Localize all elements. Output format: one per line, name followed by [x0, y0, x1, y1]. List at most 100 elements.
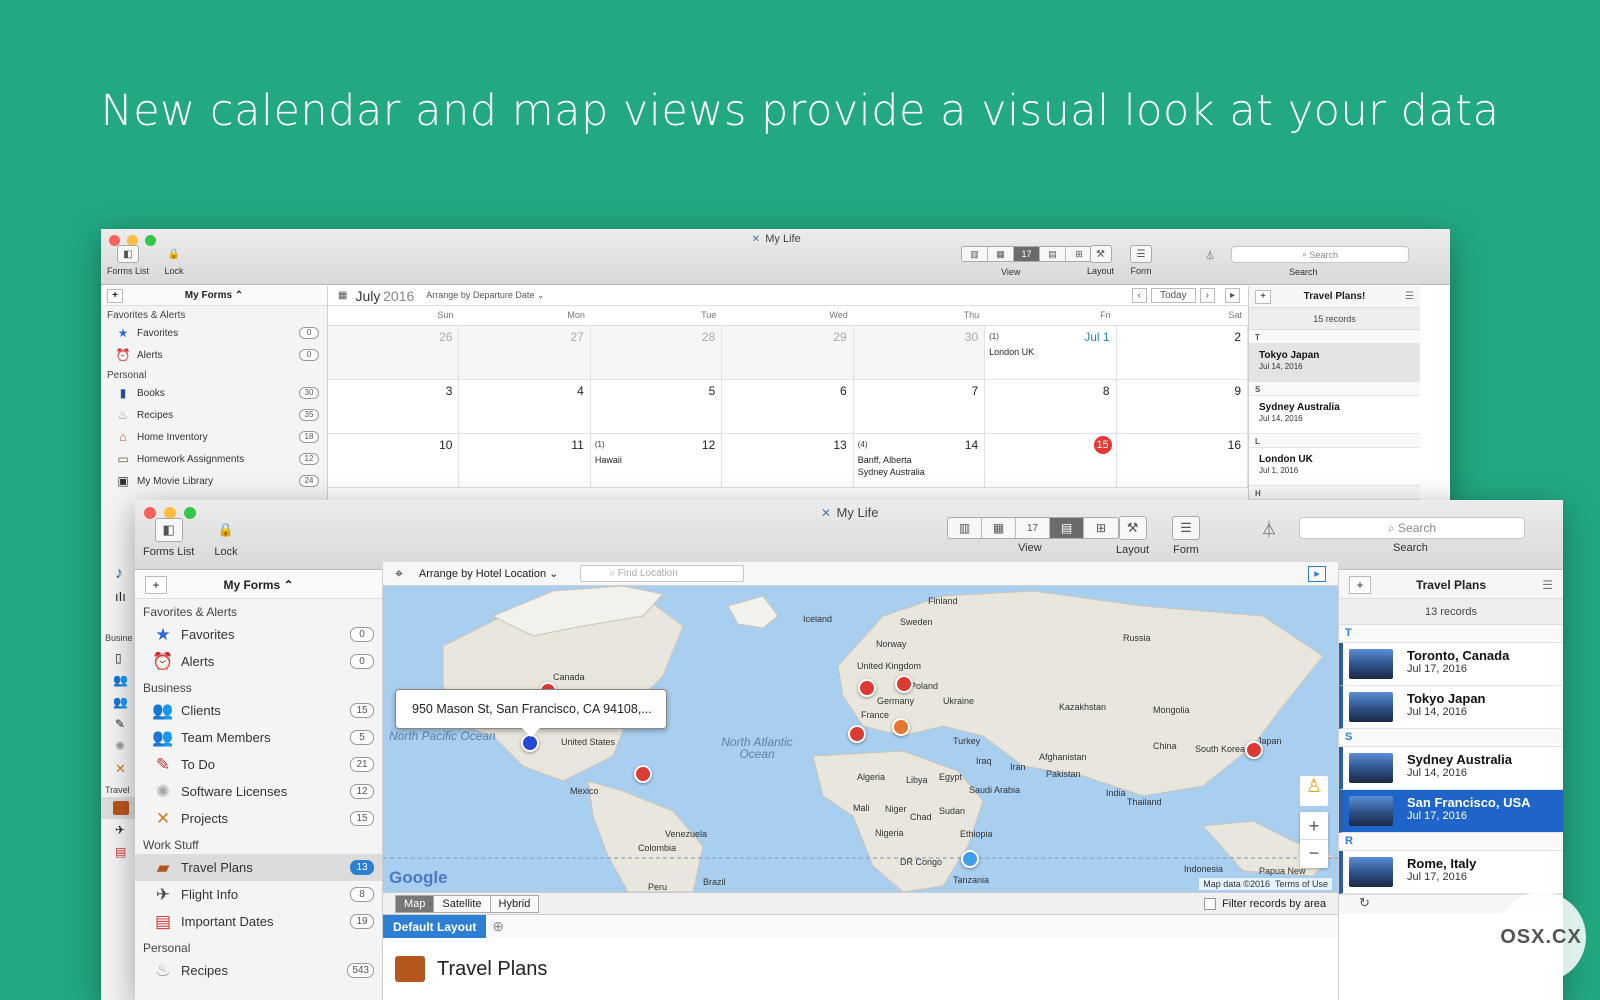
zoom-in-button[interactable]: +	[1300, 812, 1328, 840]
view-switcher[interactable]: ▥ ▦ 17 ▤ ⊞	[961, 246, 1093, 262]
sidebar-item-my-movie-library[interactable]: ▣ My Movie Library 24	[101, 470, 327, 492]
view-grid-icon[interactable]: ⊞	[1084, 518, 1118, 538]
map-type-hybrid[interactable]: Hybrid	[489, 894, 540, 913]
search-field[interactable]: ⌕ Search	[1299, 517, 1525, 539]
calendar-day-cell[interactable]: 8	[985, 380, 1117, 434]
view-calendar-icon[interactable]: 17	[1016, 518, 1050, 538]
record-panel-toggle[interactable]: ▸	[1224, 288, 1240, 303]
calendar-day-cell[interactable]: 16	[1116, 434, 1248, 488]
calendar-day-cell[interactable]: 2	[1116, 326, 1248, 380]
sidebar-item-team-members[interactable]: 👥 Team Members 5	[135, 724, 382, 751]
calendar-day-cell[interactable]: 29	[722, 326, 854, 380]
layout-button[interactable]: ⚒ Layout	[1087, 245, 1114, 276]
filter-by-area-checkbox[interactable]	[1204, 897, 1217, 910]
sidebar-item-home-inventory[interactable]: ⌂ Home Inventory 18	[101, 426, 327, 448]
lock-button[interactable]: 🔒 Lock	[212, 518, 240, 558]
list-options-icon[interactable]: ☰	[1405, 291, 1414, 302]
calendar-day-cell[interactable]: 6	[722, 380, 854, 434]
calendar-day-cell[interactable]: 28	[590, 326, 723, 380]
record-row[interactable]: Tokyo Japan Jul 14, 2016	[1339, 686, 1563, 729]
filter-button[interactable]: ⏃	[1255, 516, 1283, 544]
record-row[interactable]: San Francisco, USA Jul 17, 2016	[1339, 790, 1563, 833]
sidebar-item-clients[interactable]: 👥 Clients 15	[135, 697, 382, 724]
document-close-icon[interactable]: ✕	[750, 234, 761, 245]
map-pin[interactable]	[634, 765, 652, 783]
add-record-button[interactable]: +	[1349, 575, 1371, 594]
forms-list-button[interactable]: ◧ Forms List	[143, 518, 194, 558]
calendar-day-cell[interactable]: Jul 1 (1) London UK	[985, 326, 1117, 380]
calendar-day-cell[interactable]: 13	[722, 434, 854, 488]
calendar-event[interactable]: Hawaii	[595, 454, 622, 466]
calendar-day-cell[interactable]: 7	[853, 380, 986, 434]
form-button[interactable]: ☰ Form	[1130, 245, 1152, 276]
terms-of-use-link[interactable]: Terms of Use	[1275, 879, 1328, 889]
sidebar-item-favorites[interactable]: ★ Favorites 0	[135, 621, 382, 648]
sidebar-item-travel-plans[interactable]: ▰ Travel Plans 13	[135, 854, 382, 881]
record-row[interactable]: Sydney Australia Jul 14, 2016	[1249, 396, 1420, 434]
forms-header-label[interactable]: My Forms ⌃	[185, 290, 243, 301]
calendar-day-cell[interactable]: 12 (1) Hawaii	[590, 434, 723, 488]
sidebar-item-projects[interactable]: ✕ Projects 15	[135, 805, 382, 832]
add-record-button[interactable]: +	[1255, 289, 1271, 304]
calendar-day-cell[interactable]: 9	[1116, 380, 1248, 434]
record-row[interactable]: Rome, Italy Jul 17, 2016	[1339, 851, 1563, 894]
calendar-day-cell[interactable]: 10	[328, 434, 460, 488]
record-row[interactable]: Toronto, Canada Jul 17, 2016	[1339, 643, 1563, 686]
sidebar-item-recipes[interactable]: ♨ Recipes 35	[101, 404, 327, 426]
layout-button[interactable]: ⚒ Layout	[1116, 516, 1149, 556]
map-type-satellite[interactable]: Satellite	[433, 894, 491, 913]
view-map-icon[interactable]: ▤	[1050, 518, 1084, 538]
default-layout-tab[interactable]: Default Layout	[383, 914, 487, 939]
view-table-icon[interactable]: ▦	[982, 518, 1016, 538]
next-month-button[interactable]: ›	[1199, 288, 1215, 303]
document-close-icon[interactable]: ✕	[820, 507, 833, 519]
arrange-dropdown[interactable]: Arrange by Hotel Location ⌄	[419, 567, 558, 580]
lock-button[interactable]: 🔒 Lock	[163, 245, 185, 277]
locate-icon[interactable]: ⌖	[395, 565, 403, 582]
forms-list-button[interactable]: ◧ Forms List	[107, 245, 149, 276]
view-table-icon[interactable]: ▦	[988, 247, 1014, 261]
sidebar-item-homework-assignments[interactable]: ▭ Homework Assignments 12	[101, 448, 327, 470]
calendar-event[interactable]: Banff, Alberta	[858, 454, 925, 466]
record-row[interactable]: London UK Jul 1, 2016	[1249, 448, 1420, 486]
record-panel-toggle[interactable]: ▸	[1308, 565, 1326, 582]
add-form-button[interactable]: +	[145, 575, 167, 594]
calendar-day-cell[interactable]: 14 (4) Banff, Alberta Sydney Australia	[853, 434, 986, 488]
sidebar-item-flight-info[interactable]: ✈ Flight Info 8	[135, 881, 382, 908]
sidebar-item-important-dates[interactable]: ▤ Important Dates 19	[135, 908, 382, 935]
form-button[interactable]: ☰ Form	[1172, 516, 1200, 556]
filter-button[interactable]: ⏃	[1199, 245, 1221, 266]
calendar-day-cell[interactable]: 3	[328, 380, 460, 434]
map-pin[interactable]	[961, 850, 979, 868]
calendar-day-cell[interactable]: 30	[853, 326, 986, 380]
add-layout-icon[interactable]: ⊕	[492, 918, 504, 935]
add-form-button[interactable]: +	[107, 288, 123, 303]
find-location-input[interactable]: ⌕ Find Location	[580, 565, 745, 582]
sidebar-item-to-do[interactable]: ✎ To Do 21	[135, 751, 382, 778]
view-list-icon[interactable]: ▥	[962, 247, 988, 261]
map-pin[interactable]	[892, 718, 910, 736]
map-pin[interactable]	[858, 679, 876, 697]
calendar-day-cell[interactable]: 26	[328, 326, 460, 380]
sidebar-item-recipes[interactable]: ♨ Recipes 543	[135, 957, 382, 984]
calendar-day-cell[interactable]: 4	[459, 380, 591, 434]
record-row[interactable]: Tokyo Japan Jul 14, 2016	[1249, 344, 1420, 382]
forms-header-label[interactable]: My Forms ⌃	[223, 578, 293, 592]
sidebar-item-software-licenses[interactable]: ✺ Software Licenses 12	[135, 778, 382, 805]
map-pin[interactable]	[1245, 741, 1263, 759]
calendar-event[interactable]: London UK	[989, 346, 1034, 358]
list-options-icon[interactable]: ☰	[1542, 578, 1553, 592]
prev-month-button[interactable]: ‹	[1131, 288, 1147, 303]
search-field[interactable]: ⌕ Search	[1231, 246, 1409, 263]
map-type-map[interactable]: Map	[395, 894, 435, 913]
calendar-day-cell[interactable]: 27	[459, 326, 591, 380]
calendar-day-cell[interactable]: 11	[459, 434, 591, 488]
view-switcher[interactable]: ▥ ▦ 17 ▤ ⊞	[947, 517, 1119, 539]
map-pin[interactable]	[895, 675, 913, 693]
record-row[interactable]: Sydney Australia Jul 14, 2016	[1339, 747, 1563, 790]
zoom-out-button[interactable]: −	[1300, 840, 1328, 868]
map-pin[interactable]	[848, 725, 866, 743]
calendar-day-cell[interactable]: 15	[985, 434, 1117, 488]
calendar-event[interactable]: Sydney Australia	[858, 466, 925, 478]
sidebar-item-alerts[interactable]: ⏰ Alerts 0	[135, 648, 382, 675]
